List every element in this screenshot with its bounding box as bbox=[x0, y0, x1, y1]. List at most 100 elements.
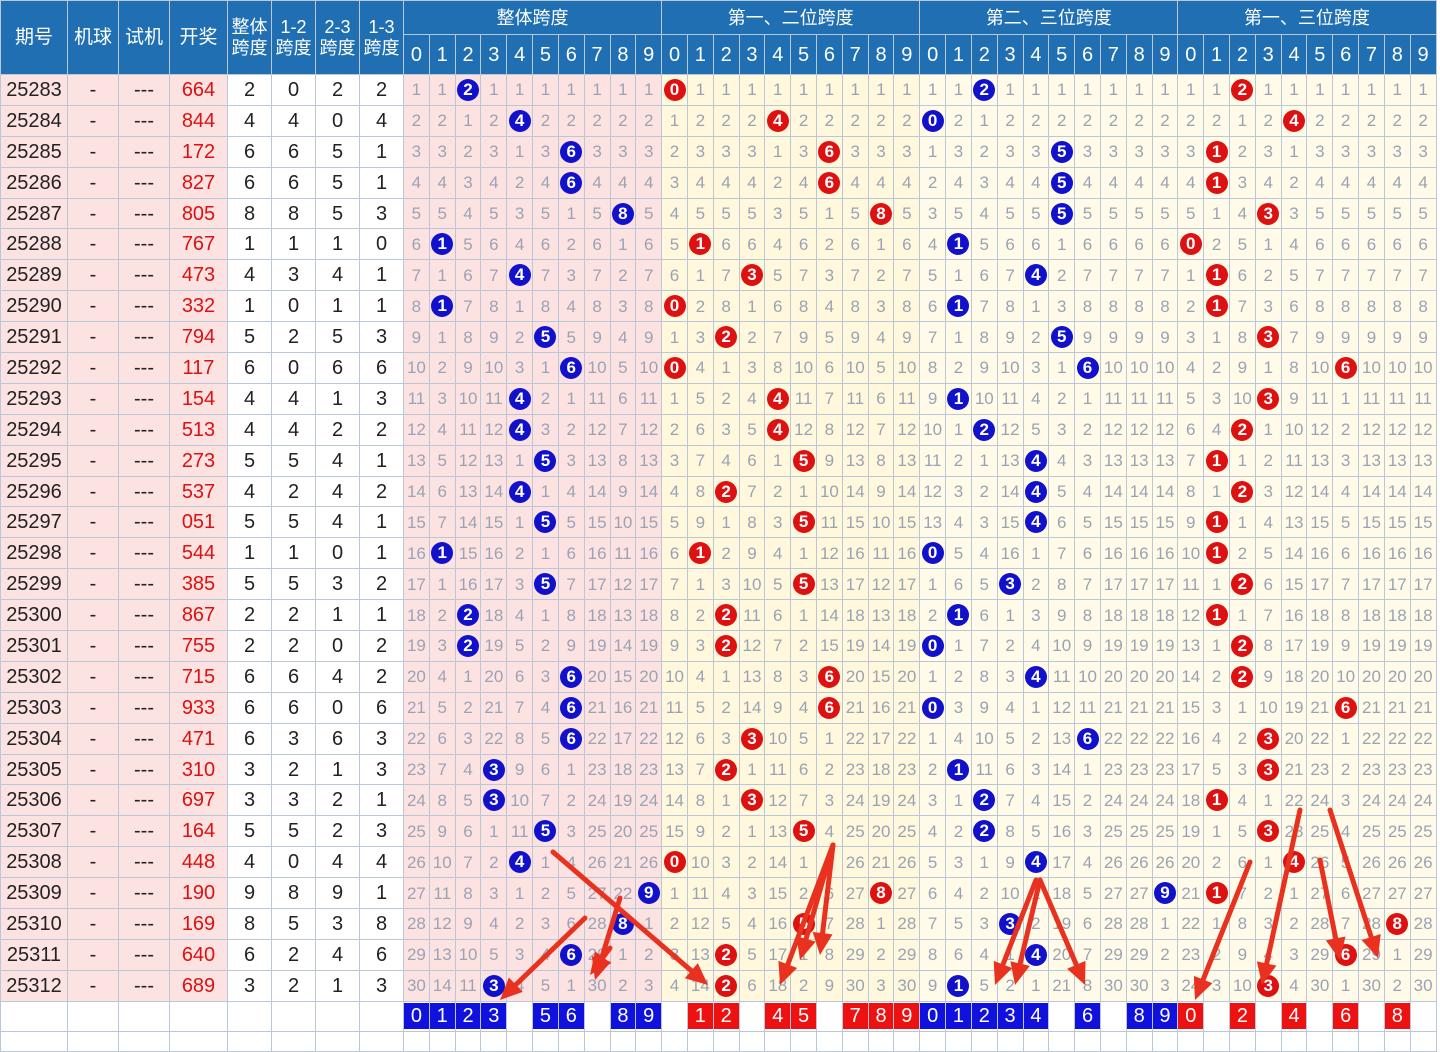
omission-cell: 4 bbox=[661, 969, 688, 1002]
omission-cell: 2 bbox=[712, 691, 740, 724]
span-all-cell: 6 bbox=[227, 722, 272, 755]
summary-empty bbox=[816, 1000, 843, 1032]
omission-cell: 21 bbox=[1151, 691, 1179, 724]
machine-cell: - bbox=[67, 537, 119, 570]
omission-cell: 1 bbox=[1229, 444, 1256, 477]
omission-cell: 5 bbox=[1074, 197, 1101, 230]
omission-cell: 8 bbox=[583, 290, 611, 323]
omission-cell: 5 bbox=[1229, 228, 1256, 261]
omission-cell: 21 bbox=[635, 691, 663, 724]
omission-cell: 5 bbox=[867, 352, 895, 384]
omission-cell: 2 bbox=[1254, 104, 1282, 137]
omission-cell: 6 bbox=[532, 753, 559, 786]
ball-number: 2 bbox=[715, 604, 738, 627]
trial-cell: --- bbox=[118, 228, 170, 261]
omission-cell: 11 bbox=[970, 753, 998, 786]
omission-cell: 13 bbox=[867, 599, 895, 632]
span-trend-table: 期号 机球 试机 开奖 整体跨度 1-2跨度 2-3跨度 1-3跨度 整体跨度 … bbox=[0, 0, 1437, 1052]
omission-cell: 18 bbox=[635, 599, 663, 632]
omission-cell: 1 bbox=[712, 74, 740, 106]
omission-cell: 10 bbox=[841, 352, 869, 384]
omission-cell: 17 bbox=[1099, 568, 1127, 601]
omission-cell: 2 bbox=[867, 104, 895, 137]
omission-cell: 4 bbox=[1177, 352, 1205, 384]
ball-number: 3 bbox=[482, 974, 505, 997]
omission-cell: 16 bbox=[635, 537, 663, 570]
omission-cell: 15 bbox=[893, 506, 921, 539]
omission-cell: 2 bbox=[1022, 722, 1050, 755]
omission-cell: 1 bbox=[867, 74, 895, 106]
omission-cell: 13 bbox=[1409, 444, 1437, 477]
omission-cell: 2 bbox=[1022, 568, 1050, 601]
omission-cell: 3 bbox=[1409, 135, 1437, 168]
omission-cell: 2 bbox=[532, 877, 559, 910]
omission-cell: 1 bbox=[712, 506, 740, 539]
summary-digit: 2 bbox=[970, 1000, 998, 1032]
omission-cell: 3 bbox=[1254, 135, 1282, 168]
ball-number: 1 bbox=[947, 758, 970, 781]
omission-cell: 18 bbox=[893, 599, 921, 632]
omission-cell: 25 bbox=[1409, 815, 1437, 848]
omission-cell: 2 bbox=[506, 537, 534, 570]
draw-cell: 473 bbox=[169, 259, 228, 292]
omission-cell: 13 bbox=[764, 815, 792, 848]
omission-cell: 18 bbox=[841, 599, 869, 632]
omission-cell: 3 bbox=[790, 660, 817, 693]
omission-cell: 1 bbox=[635, 74, 663, 106]
omission-cell: 30 bbox=[403, 969, 430, 1002]
omission-cell: 5 bbox=[1332, 197, 1360, 230]
omission-cell: 5 bbox=[1306, 197, 1334, 230]
omission-cell: 1 bbox=[661, 321, 688, 354]
omission-cell: 14 bbox=[841, 475, 869, 508]
ball-number: 6 bbox=[560, 356, 583, 379]
omission-cell: 8 bbox=[1229, 908, 1256, 940]
omission-cell: 9 bbox=[1229, 352, 1256, 384]
omission-cell: 17 bbox=[1125, 568, 1153, 601]
span-23-cell: 1 bbox=[315, 599, 360, 632]
omission-cell: 4 bbox=[945, 506, 972, 539]
trial-cell: --- bbox=[118, 877, 170, 910]
omission-cell: 3 bbox=[1177, 135, 1205, 168]
hit-ball: 5 bbox=[532, 568, 559, 601]
span-23-cell: 2 bbox=[315, 784, 360, 817]
omission-cell: 6 bbox=[1229, 846, 1256, 879]
omission-cell: 1 bbox=[1048, 228, 1076, 261]
omission-cell: 1 bbox=[738, 290, 766, 323]
omission-cell: 9 bbox=[1409, 321, 1437, 354]
omission-cell: 2 bbox=[764, 475, 792, 508]
omission-cell: 28 bbox=[1306, 908, 1334, 940]
blank-cell bbox=[635, 1030, 663, 1052]
omission-cell: 2 bbox=[970, 877, 998, 910]
omission-cell: 8 bbox=[1229, 321, 1256, 354]
omission-cell: 20 bbox=[480, 660, 508, 693]
omission-cell: 11 bbox=[1099, 382, 1127, 415]
omission-cell: 2 bbox=[1383, 104, 1411, 137]
summary-digit-label: 8 bbox=[1127, 1003, 1152, 1030]
summary-digit: 4 bbox=[1022, 1000, 1050, 1032]
omission-cell: 7 bbox=[532, 784, 559, 817]
omission-cell: 16 bbox=[1151, 537, 1179, 570]
omission-cell: 11 bbox=[738, 599, 766, 632]
span-23-cell: 6 bbox=[315, 352, 360, 384]
omission-cell: 2 bbox=[1409, 104, 1437, 137]
omission-cell: 10 bbox=[506, 784, 534, 817]
summary-digit: 2 bbox=[712, 1000, 740, 1032]
omission-cell: 2 bbox=[712, 104, 740, 137]
omission-cell: 24 bbox=[1125, 784, 1153, 817]
blank-cell bbox=[227, 1030, 272, 1052]
omission-cell: 3 bbox=[1177, 321, 1205, 354]
span-13-cell: 2 bbox=[359, 74, 404, 106]
omission-cell: 2 bbox=[790, 969, 817, 1002]
omission-cell: 20 bbox=[1306, 660, 1334, 693]
omission-cell: 2 bbox=[1383, 969, 1411, 1002]
omission-cell: 10 bbox=[454, 382, 482, 415]
omission-cell: 7 bbox=[1125, 259, 1153, 292]
omission-cell: 10 bbox=[686, 846, 714, 879]
omission-cell: 25 bbox=[1099, 815, 1127, 848]
omission-cell: 20 bbox=[1280, 722, 1308, 755]
digit-header-g3-9: 9 bbox=[1151, 34, 1179, 75]
omission-cell: 4 bbox=[764, 228, 792, 261]
omission-cell: 13 bbox=[893, 444, 921, 477]
omission-cell: 6 bbox=[970, 599, 998, 632]
omission-cell: 26 bbox=[1099, 846, 1127, 879]
